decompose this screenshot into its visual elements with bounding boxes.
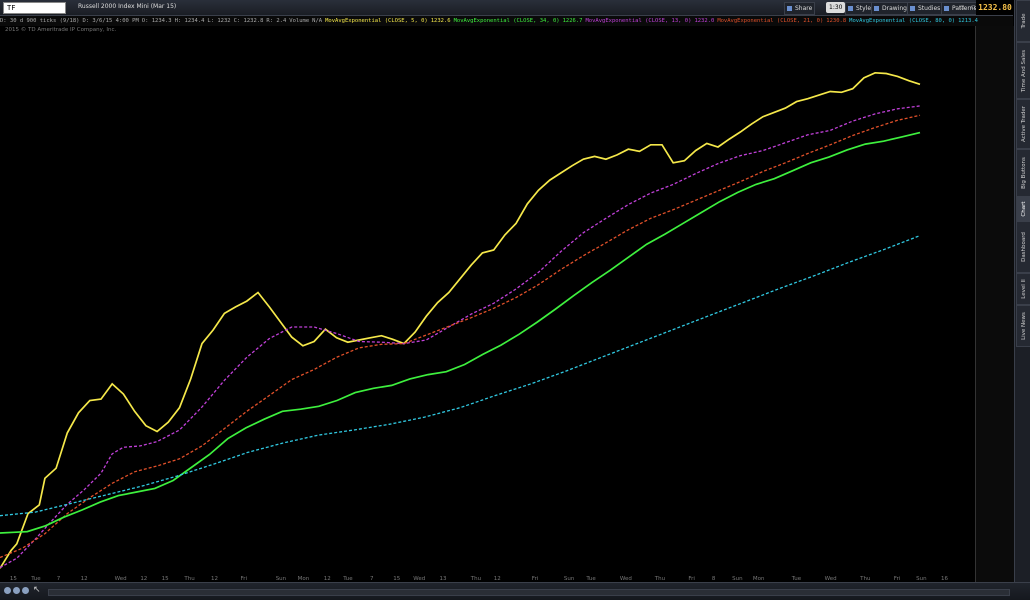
side-tab-chart[interactable]: Chart xyxy=(1016,197,1030,221)
chart-series-layer xyxy=(0,71,921,569)
study-info-item: N/A xyxy=(312,18,323,24)
drawings-icon xyxy=(874,6,879,11)
side-tab-live-news[interactable]: Live News xyxy=(1016,305,1030,347)
style-button[interactable]: Style xyxy=(845,2,875,15)
zoom-in-icon[interactable] xyxy=(4,587,11,594)
zoom-badge[interactable]: 1:30 xyxy=(826,2,846,13)
study-info-bar: D: 30 d 900 ticks (9/18) D: 3/6/15 4:00 P… xyxy=(0,16,1013,26)
study-info-item: O: 1234.3 xyxy=(141,18,172,24)
side-tab-big-buttons[interactable]: Big Buttons xyxy=(1016,149,1030,197)
study-info-item: MovAvgExponential (CLOSE, 80, 0) xyxy=(849,18,956,24)
side-tab-dashboard[interactable]: Dashboard xyxy=(1016,221,1030,273)
side-tab-label: Level II xyxy=(1020,279,1027,299)
study-info-item: C: 1232.8 xyxy=(233,18,264,24)
side-tab-trade[interactable]: Trade xyxy=(1016,0,1030,42)
study-info-item: MovAvgExponential (CLOSE, 21, 0) xyxy=(717,18,824,24)
study-info-item: MovAvgExponential (CLOSE, 13, 0) xyxy=(585,18,692,24)
zoom-out-icon[interactable] xyxy=(13,587,20,594)
chart-bottom-bar: ↖ xyxy=(0,582,1030,600)
study-info-item: Volume xyxy=(289,18,310,24)
study-info-item: D: 3/6/15 4:00 PM xyxy=(82,18,139,24)
series-movavgexponential-close-5-0- xyxy=(0,71,921,569)
side-tab-label: Live News xyxy=(1020,312,1027,340)
study-info-item: 1213.4 xyxy=(958,18,978,24)
copyright-notice: 2015 © TD Ameritrade IP Company, Inc. xyxy=(5,27,117,33)
study-info-item: MovAvgExponential (CLOSE, 34, 0) xyxy=(453,18,560,24)
chart-toolbar: TF Russell 2000 Index Mini (Mar 15) Shar… xyxy=(0,0,1013,16)
time-scrollbar[interactable] xyxy=(48,589,1010,596)
study-info-item: 1230.8 xyxy=(826,18,847,24)
study-info-item: MovAvgExponential (CLOSE, 5, 0) xyxy=(325,18,428,24)
share-icon xyxy=(787,6,792,11)
share-button[interactable]: Share xyxy=(784,2,816,15)
style-icon xyxy=(848,6,853,11)
side-tab-strip: Trade Time And Sales Active Trader Big Butt… xyxy=(1014,0,1030,599)
toolbar-button-label: Share xyxy=(795,5,813,12)
side-tab-label: Time And Sales xyxy=(1020,49,1027,92)
study-info-item: L: 1232 xyxy=(207,18,231,24)
price-axis[interactable] xyxy=(975,26,1014,582)
studies-icon xyxy=(910,6,915,11)
toolbar-button-label: Style xyxy=(856,5,872,12)
series-movavgexponential-close-34-0- xyxy=(0,131,921,534)
toolbar-button-label: Studies xyxy=(918,5,941,12)
side-tab-label: Active Trader xyxy=(1020,105,1027,143)
side-tab-active-trader[interactable]: Active Trader xyxy=(1016,99,1030,149)
symbol-input[interactable]: TF xyxy=(3,2,66,14)
side-tab-level-ii[interactable]: Level II xyxy=(1016,273,1030,305)
study-info-item: D: 30 d 900 ticks (9/18) xyxy=(0,18,80,24)
cursor-icon[interactable]: ↖ xyxy=(33,585,41,595)
studies-button[interactable]: Studies xyxy=(907,2,944,15)
toolbar-button-label: Drawings xyxy=(882,5,911,12)
side-tab-label: Chart xyxy=(1020,201,1027,217)
study-info-item: 1232.6 xyxy=(430,18,451,24)
study-info-item: R: 2.4 xyxy=(266,18,287,24)
side-tab-label: Dashboard xyxy=(1020,232,1027,262)
patterns-icon xyxy=(944,6,949,11)
last-price: 1232.80 xyxy=(976,0,1014,15)
side-tab-label: Trade xyxy=(1020,13,1027,29)
symbol-description: Russell 2000 Index Mini (Mar 15) xyxy=(78,3,177,10)
side-tab-time-and-sales[interactable]: Time And Sales xyxy=(1016,42,1030,99)
side-tab-label: Big Buttons xyxy=(1020,157,1027,189)
study-info-item: 1226.7 xyxy=(562,18,583,24)
price-chart[interactable]: 1165.01167.51170.01172.51175.01177.51180… xyxy=(0,0,1030,599)
reset-icon[interactable] xyxy=(22,587,29,594)
study-info-item: 1232.0 xyxy=(694,18,715,24)
study-info-item: H: 1234.4 xyxy=(174,18,205,24)
